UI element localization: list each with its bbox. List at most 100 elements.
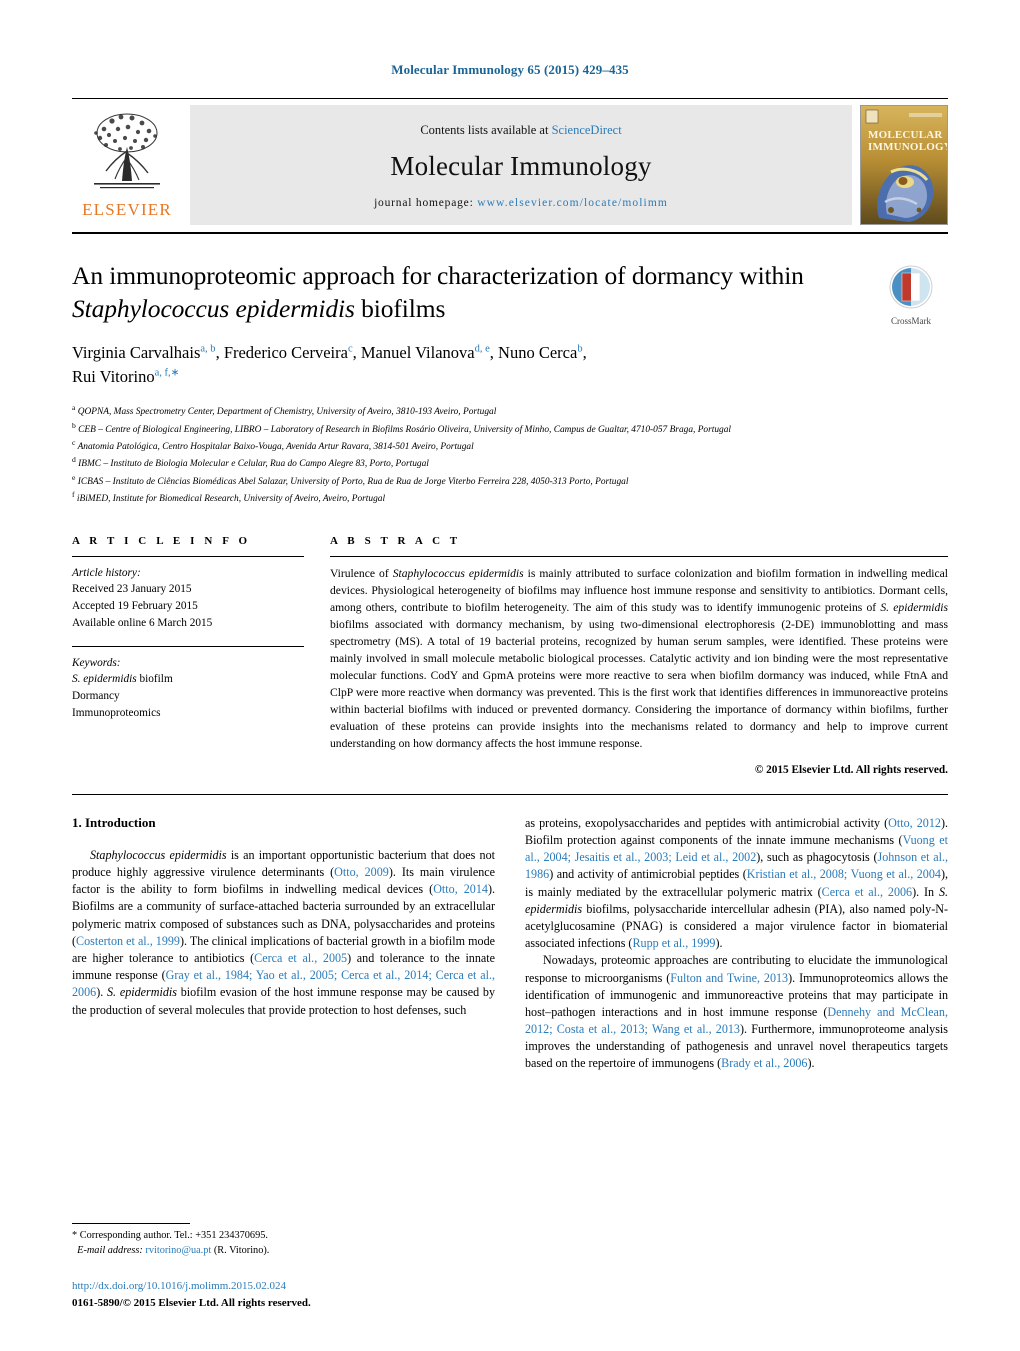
doi-link[interactable]: http://dx.doi.org/10.1016/j.molimm.2015.… [72,1278,532,1295]
affiliation-item: d IBMC – Instituto de Biologia Molecular… [72,454,948,471]
citation-link[interactable]: Rupp et al., 1999 [632,936,715,950]
affiliation-mark: c [72,437,76,447]
intro-r-text-1: as proteins, exopolysaccharides and pept… [525,815,889,830]
abstract-species-1: Staphylococcus epidermidis [392,566,524,580]
abstract-copyright: © 2015 Elsevier Ltd. All rights reserved… [754,763,948,776]
keyword-species: S. epidermidis [72,673,137,686]
affiliation-text: QOPNA, Mass Spectrometry Center, Departm… [77,407,497,418]
author-affil-mark[interactable]: a, b [200,344,215,355]
citation-link[interactable]: Cerca et al., 2005 [254,951,347,965]
affiliation-mark: b [72,420,76,430]
author-name: Manuel Vilanova [360,343,475,363]
intro-r-text-4: ) and activity of antimicrobial peptides… [549,867,747,882]
citation-link[interactable]: Cerca et al., 2006 [822,885,912,899]
intro-r-text-8: ). [715,936,723,951]
email-suffix: (R. Vitorino). [211,1245,270,1257]
author: Frederico Cerveirac, [224,343,361,362]
affiliation-item: c Anatomia Patológica, Centro Hospitalar… [72,437,948,454]
intro-r-text-6: ). In [912,884,939,899]
email-label: E-mail address: [77,1245,143,1257]
svg-text:IMMUNOLOGY: IMMUNOLOGY [868,141,947,153]
journal-cover-thumbnail: MOLECULAR IMMUNOLOGY [860,105,948,225]
corresponding-author-marker[interactable]: ∗ [171,367,180,378]
affiliation-mark: a [72,403,76,413]
article-received-date: Received 23 January 2015 [72,583,192,596]
corresponding-author-footnote: * Corresponding author. Tel.: +351 23437… [72,1223,492,1259]
journal-homepage-link[interactable]: www.elsevier.com/locate/molimm [477,197,668,209]
abstract-bottom-rule [72,793,948,795]
intro-paragraph-right-1: as proteins, exopolysaccharides and pept… [525,815,948,952]
citation-link[interactable]: Kristian et al., 2008; Vuong et al., 200… [747,867,941,881]
author-name: Rui Vitorino [72,366,155,386]
citation-link[interactable]: Brady et al., 2006 [721,1056,807,1070]
article-info-column: A R T I C L E I N F O Article history: R… [72,535,304,776]
intro-paragraph-left: Staphylococcus epidermidis is an importa… [72,847,495,1019]
journal-homepage-line: journal homepage: www.elsevier.com/locat… [374,197,668,209]
contents-available-line: Contents lists available at ScienceDirec… [420,123,621,138]
intro-r-text-3: ), such as phagocytosis ( [756,850,878,865]
citation-link[interactable]: Costerton et al., 1999 [76,934,180,948]
article-accepted-date: Accepted 19 February 2015 [72,600,198,613]
title-part-1: An immunoproteomic approach for characte… [72,261,804,290]
masthead-bottom-rule [72,232,948,234]
doi-block: http://dx.doi.org/10.1016/j.molimm.2015.… [72,1278,532,1311]
intro-text-6: ). [96,985,107,1000]
journal-cover-art: MOLECULAR IMMUNOLOGY [861,106,947,224]
journal-title: Molecular Immunology [390,151,652,181]
page-title: An immunoproteomic approach for characte… [72,260,832,325]
author-affil-mark[interactable]: a, f, [155,367,171,378]
issn-copyright-line: 0161-5890/© 2015 Elsevier Ltd. All right… [72,1296,311,1309]
affiliation-text: CEB – Centre of Biological Engineering, … [78,424,732,435]
author-sep: , [489,343,499,363]
footnote-email-line: E-mail address: rvitorino@ua.pt (R. Vito… [72,1244,492,1259]
contents-prefix: Contents lists available at [420,123,552,137]
journal-band: Contents lists available at ScienceDirec… [190,105,852,225]
citation-link[interactable]: Otto, 2012 [888,816,941,830]
crossmark-icon [889,265,933,309]
author-affil-mark[interactable]: d, e [475,344,490,355]
crossmark-label: CrossMark [891,316,931,326]
keywords-rule [72,645,304,647]
journal-masthead: ELSEVIER Contents lists available at Sci… [72,98,948,225]
body-columns: 1. Introduction Staphylococcus epidermid… [72,815,948,1073]
article-history-block: Article history: Received 23 January 201… [72,565,304,632]
email-link[interactable]: rvitorino@ua.pt [145,1245,211,1256]
sciencedirect-link[interactable]: ScienceDirect [552,123,622,137]
title-part-2: biofilms [354,293,446,323]
author: Virginia Carvalhaisa, b, [72,343,224,362]
article-page: Molecular Immunology 65 (2015) 429–435 E… [0,0,1020,1351]
citation-link[interactable]: Fulton and Twine, 2013 [670,971,788,985]
elsevier-logo: ELSEVIER [72,105,182,225]
affiliation-text: ICBAS – Instituto de Ciências Biomédicas… [77,476,629,487]
intro-species-lead: Staphylococcus epidermidis [90,847,227,862]
citation-link[interactable]: Otto, 2014 [433,882,488,896]
running-head: Molecular Immunology 65 (2015) 429–435 [391,62,629,77]
affiliation-item: e ICBAS – Instituto de Ciências Biomédic… [72,472,948,489]
article-info-heading: A R T I C L E I N F O [72,534,251,547]
author-list: Virginia Carvalhaisa, b, Frederico Cerve… [72,341,842,388]
abstract-seg-1: Virulence of [330,566,393,580]
body-column-right: as proteins, exopolysaccharides and pept… [525,815,948,1073]
affiliation-item: f iBiMED, Institute for Biomedical Resea… [72,489,948,506]
affiliation-mark: e [72,472,76,482]
info-abstract-section: A R T I C L E I N F O Article history: R… [72,535,948,776]
affiliation-mark: d [72,455,76,465]
keywords-block: Keywords: S. epidermidis biofilm Dormanc… [72,655,304,722]
intro-paragraph-right-2: Nowadays, proteomic approaches are contr… [525,952,948,1072]
author-name: Frederico Cerveira [223,343,348,363]
author: Manuel Vilanovad, e, [361,343,498,362]
author-sep: , [215,343,224,363]
keyword-item: Dormancy [72,689,120,702]
citation-link[interactable]: Otto, 2009 [334,865,389,879]
keywords-label: Keywords: [72,656,121,669]
section-heading-introduction: 1. Introduction [72,814,156,830]
affiliation-mark: f [72,490,75,500]
affiliation-text: Anatomia Patológica, Centro Hospitalar B… [77,442,474,453]
title-block: CrossMark An immunoproteomic approach fo… [72,260,948,507]
author-name: Nuno Cerca [498,343,578,363]
abstract-rule [330,555,948,557]
affiliation-item: a QOPNA, Mass Spectrometry Center, Depar… [72,402,948,419]
author-name: Virginia Carvalhais [72,343,201,363]
crossmark-badge[interactable]: CrossMark [874,264,948,326]
keyword-item: Immunoproteomics [72,706,161,719]
